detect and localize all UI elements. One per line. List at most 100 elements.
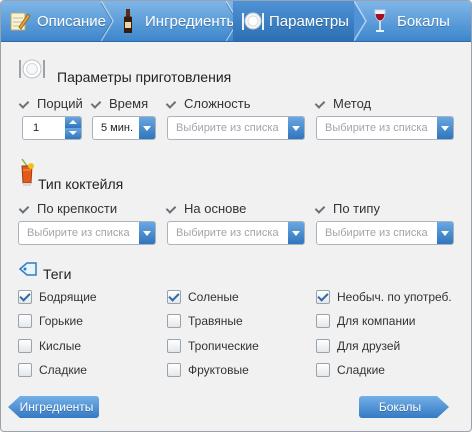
- base-label-text: На основе: [184, 201, 247, 216]
- portions-label: Порций: [20, 96, 83, 111]
- method-select-value: Выбирите из списка: [325, 122, 428, 134]
- wine-glass-icon: [369, 8, 391, 34]
- tag-checkbox[interactable]: Для компании: [316, 314, 415, 328]
- tag-icon: [18, 261, 40, 287]
- next-button-label: Бокалы: [378, 400, 422, 414]
- tag-label: Фруктовые: [188, 363, 249, 377]
- strength-select[interactable]: Выбирите из списка: [18, 221, 156, 245]
- checkbox-checked-icon[interactable]: [18, 290, 32, 304]
- checkbox-unchecked-icon[interactable]: [18, 363, 32, 377]
- type-label-text: По типу: [333, 201, 380, 216]
- increment-arrow-icon[interactable]: [65, 117, 81, 128]
- strength-label-text: По крепкости: [37, 201, 118, 216]
- base-label: На основе: [167, 201, 246, 216]
- checkbox-unchecked-icon[interactable]: [167, 363, 181, 377]
- notepad-pencil-icon: [9, 8, 31, 34]
- base-select[interactable]: Выбирите из списка: [167, 221, 305, 245]
- time-label-text: Время: [109, 96, 149, 111]
- method-select[interactable]: Выбирите из списка: [316, 116, 454, 140]
- tab-bar: Описание Ингредиенты Параметры Бокалы: [1, 1, 471, 42]
- tag-checkbox[interactable]: Сладкие: [18, 363, 87, 377]
- checkbox-checked-icon[interactable]: [167, 290, 181, 304]
- checkmark-icon: [167, 204, 179, 214]
- tab-glasses[interactable]: Бокалы: [367, 1, 471, 41]
- tag-checkbox[interactable]: Кислые: [18, 339, 81, 353]
- tab-parameters-label: Параметры: [269, 12, 349, 30]
- checkmark-icon: [20, 204, 32, 214]
- tab-description[interactable]: Описание: [1, 1, 107, 41]
- tag-checkbox[interactable]: Для друзей: [316, 339, 400, 353]
- base-select-value: Выбирите из списка: [176, 227, 279, 239]
- checkbox-unchecked-icon[interactable]: [167, 314, 181, 328]
- portions-label-text: Порций: [37, 96, 83, 111]
- tab-parameters[interactable]: Параметры: [233, 1, 355, 41]
- tag-checkbox[interactable]: Соленые: [167, 290, 239, 304]
- plate-cutlery-icon: [241, 8, 264, 34]
- time-label: Время: [92, 96, 148, 111]
- checkmark-icon: [20, 99, 32, 109]
- complexity-label-text: Сложность: [184, 96, 251, 111]
- tag-label: Горькие: [39, 314, 83, 328]
- prev-ingredients-button[interactable]: Ингредиенты: [8, 396, 99, 418]
- checkbox-unchecked-icon[interactable]: [316, 363, 330, 377]
- portions-value: 1: [33, 122, 40, 134]
- chevron-down-icon[interactable]: [288, 117, 304, 139]
- time-select[interactable]: 5 мин.: [92, 116, 156, 140]
- tag-label: Сладкие: [337, 363, 385, 377]
- cocktail-editor-panel: Описание Ингредиенты Параметры Бокалы Па: [0, 0, 472, 432]
- tag-label: Необыч. по употреб.: [337, 290, 452, 304]
- method-label: Метод: [316, 96, 371, 111]
- type-select-value: Выбирите из списка: [325, 227, 428, 239]
- method-label-text: Метод: [333, 96, 372, 111]
- type-select[interactable]: Выбирите из списка: [316, 221, 454, 245]
- prep-section-title: Параметры приготовления: [57, 69, 232, 85]
- checkbox-unchecked-icon[interactable]: [167, 339, 181, 353]
- checkmark-icon: [316, 204, 328, 214]
- tag-label: Сладкие: [39, 363, 87, 377]
- tag-label: Тропические: [188, 339, 259, 353]
- decrement-arrow-icon[interactable]: [65, 128, 81, 139]
- prev-button-label: Ингредиенты: [19, 400, 94, 414]
- checkbox-checked-icon[interactable]: [316, 290, 330, 304]
- tag-checkbox[interactable]: Травяные: [167, 314, 243, 328]
- next-glasses-button[interactable]: Бокалы: [359, 396, 449, 418]
- tag-checkbox[interactable]: Необыч. по употреб.: [316, 290, 452, 304]
- checkbox-unchecked-icon[interactable]: [18, 314, 32, 328]
- cocktail-glass-icon: [18, 158, 40, 186]
- checkmark-icon: [92, 99, 104, 109]
- chevron-down-icon[interactable]: [139, 117, 155, 139]
- time-select-value: 5 мин.: [101, 122, 134, 134]
- tag-label: Бодрящие: [39, 290, 97, 304]
- chevron-down-icon[interactable]: [437, 222, 453, 244]
- checkbox-unchecked-icon[interactable]: [18, 339, 32, 353]
- chevron-down-icon[interactable]: [437, 117, 453, 139]
- tag-label: Травяные: [188, 314, 243, 328]
- chevron-down-icon[interactable]: [288, 222, 304, 244]
- tag-checkbox[interactable]: Сладкие: [316, 363, 385, 377]
- bottle-icon: [117, 8, 139, 34]
- chevron-down-icon[interactable]: [139, 222, 155, 244]
- tag-checkbox[interactable]: Бодрящие: [18, 290, 97, 304]
- complexity-select[interactable]: Выбирите из списка: [167, 116, 305, 140]
- tab-ingredients-label: Ингредиенты: [145, 12, 238, 30]
- cocktail-section-title: Тип коктейля: [38, 176, 124, 192]
- tab-ingredients[interactable]: Ингредиенты: [113, 1, 237, 41]
- tab-separator: [354, 1, 367, 41]
- tag-label: Кислые: [39, 339, 81, 353]
- tag-label: Для компании: [337, 314, 416, 328]
- checkmark-icon: [316, 99, 328, 109]
- strength-label: По крепкости: [20, 201, 117, 216]
- checkbox-unchecked-icon[interactable]: [316, 339, 330, 353]
- strength-select-value: Выбирите из списка: [27, 227, 130, 239]
- tab-description-label: Описание: [37, 12, 107, 30]
- portions-stepper[interactable]: 1: [22, 116, 82, 140]
- type-label: По типу: [316, 201, 380, 216]
- tag-checkbox[interactable]: Горькие: [18, 314, 83, 328]
- checkmark-icon: [167, 99, 179, 109]
- tag-checkbox[interactable]: Фруктовые: [167, 363, 249, 377]
- tab-glasses-label: Бокалы: [397, 12, 450, 30]
- tags-section-title: Теги: [43, 266, 72, 282]
- tag-checkbox[interactable]: Тропические: [167, 339, 259, 353]
- tag-label: Для друзей: [337, 339, 401, 353]
- checkbox-unchecked-icon[interactable]: [316, 314, 330, 328]
